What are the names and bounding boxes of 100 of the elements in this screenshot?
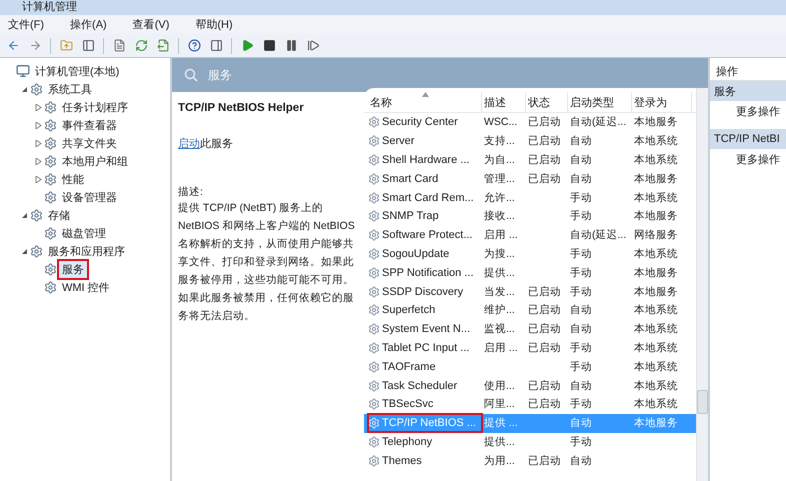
table-cell: Themes bbox=[382, 454, 422, 467]
service-row[interactable]: Themes 为用... 已启动 自动 bbox=[364, 451, 696, 470]
tree-item[interactable]: WMI 控件 bbox=[59, 278, 113, 296]
tree-item[interactable]: 系统工具 bbox=[45, 80, 95, 98]
table-cell-text: 提供... bbox=[483, 266, 516, 280]
gear-icon bbox=[368, 436, 380, 448]
tree-item[interactable]: 任务计划程序 bbox=[59, 98, 131, 116]
tree-item[interactable]: 存储 bbox=[45, 206, 73, 224]
table-cell-text: 手动 bbox=[569, 434, 593, 449]
table-cell: System Event N... bbox=[382, 323, 470, 336]
action-section-header[interactable]: TCP/IP NetBI bbox=[710, 129, 786, 149]
table-cell-text: 手动 bbox=[569, 397, 593, 412]
collapse-arrow-icon[interactable] bbox=[20, 212, 28, 218]
tree-item[interactable]: 磁盘管理 bbox=[59, 224, 109, 242]
service-row[interactable]: Security Center WSC... 已启动 自动(延迟... 本地服务 bbox=[364, 113, 696, 132]
refresh-icon bbox=[134, 39, 148, 52]
column-header[interactable]: 描述 bbox=[482, 92, 526, 112]
gear-icon bbox=[368, 304, 380, 316]
expand-arrow-icon[interactable] bbox=[34, 176, 42, 182]
table-cell: TCP/IP NetBIOS ... bbox=[382, 417, 476, 430]
table-cell: SPP Notification ... bbox=[382, 266, 474, 279]
tree-item[interactable]: 本地用户和组 bbox=[59, 152, 131, 170]
service-row[interactable]: SPP Notification ... 提供... 手动 本地服务 bbox=[364, 263, 696, 282]
tree-item[interactable]: 服务和应用程序 bbox=[45, 242, 128, 260]
tree-item[interactable]: 共享文件夹 bbox=[59, 134, 120, 152]
tree-item[interactable]: 计算机管理(本地) bbox=[32, 62, 122, 80]
table-cell-text: 已启动 bbox=[527, 115, 562, 130]
service-row[interactable]: Task Scheduler 使用... 已启动 自动 本地系统 bbox=[364, 376, 696, 395]
description-text: 提供 TCP/IP (NetBT) 服务上的 NetBIOS 和网络上客户端的 NetBIOS 名称解析的支持，从而使用户能够共享文件、打印和登录到网络。如果此服务被停用，这些功能可能不可用。如果此服务被禁用，任何依赖它的服务将无法启动。 bbox=[178, 201, 356, 324]
help-icon bbox=[188, 39, 200, 52]
gear-icon bbox=[368, 417, 380, 430]
collapse-arrow-icon[interactable] bbox=[20, 248, 28, 254]
service-row[interactable]: SogouUpdate 为搜... 手动 本地系统 bbox=[364, 244, 696, 264]
service-row[interactable]: TAOFrame 手动 本地系统 bbox=[364, 357, 696, 376]
table-cell-text: 当发... bbox=[483, 284, 516, 299]
table-cell-text: 提供 ... bbox=[483, 416, 519, 430]
menu-item[interactable]: 文件(F) bbox=[4, 17, 52, 32]
table-cell-text: 本地系统 bbox=[633, 360, 679, 374]
menu-item[interactable]: 操作(A) bbox=[66, 17, 115, 32]
table-cell: TBSecSvc bbox=[382, 398, 434, 410]
table-cell-text: 自动 bbox=[569, 152, 593, 167]
scrollbar[interactable] bbox=[696, 88, 708, 481]
table-cell-text: 阿里... bbox=[483, 397, 516, 412]
action-link[interactable]: 更多操作 bbox=[710, 101, 786, 121]
menu-item[interactable]: 查看(V) bbox=[128, 17, 178, 32]
expand-arrow-icon[interactable] bbox=[34, 140, 42, 146]
tree-item[interactable]: 事件查看器 bbox=[59, 116, 120, 134]
gear-icon bbox=[44, 190, 57, 204]
expand-arrow-icon[interactable] bbox=[34, 104, 42, 110]
computer-icon bbox=[16, 64, 30, 78]
action-section-header[interactable]: 服务 bbox=[710, 81, 786, 101]
table-cell-text: 自动 bbox=[569, 303, 593, 318]
service-row[interactable]: Superfetch 维护... 已启动 自动 本地系统 bbox=[364, 300, 696, 320]
service-row[interactable]: Tablet PC Input ... 启用 ... 已启动 手动 本地系统 bbox=[364, 338, 696, 358]
table-cell: Telephony bbox=[382, 436, 432, 448]
table-cell-text: 本地服务 bbox=[633, 172, 679, 186]
service-row[interactable]: Smart Card Rem... 允许... 手动 本地系统 bbox=[364, 188, 696, 207]
collapse-arrow-icon[interactable] bbox=[20, 86, 28, 92]
menu-item[interactable]: 帮助(H) bbox=[191, 17, 241, 32]
service-row[interactable]: Shell Hardware ... 为自... 已启动 自动 本地系统 bbox=[364, 150, 696, 170]
service-row[interactable]: System Event N... 监视... 已启动 自动 本地系统 bbox=[364, 320, 696, 339]
table-cell-text: WSC... bbox=[483, 116, 518, 128]
action-link[interactable]: 更多操作 bbox=[710, 149, 786, 169]
back-icon bbox=[6, 39, 20, 52]
gear-icon bbox=[44, 136, 57, 150]
service-row[interactable]: SNMP Trap 接收... 手动 本地服务 bbox=[364, 206, 696, 226]
table-cell-text: 已启动 bbox=[527, 397, 562, 412]
table-cell-text: 启用 ... bbox=[483, 228, 519, 242]
table-cell: SSDP Discovery bbox=[382, 286, 464, 298]
table-cell-text: 自动(延迟... bbox=[569, 228, 628, 242]
table-cell-text: 本地系统 bbox=[633, 152, 679, 167]
table-cell-text: 启用 ... bbox=[483, 340, 519, 355]
column-header[interactable]: 启动类型 bbox=[568, 92, 632, 112]
column-header[interactable]: 状态 bbox=[526, 92, 568, 112]
service-row[interactable]: Telephony 提供... 手动 bbox=[364, 432, 696, 452]
gear-icon bbox=[368, 380, 380, 392]
expand-arrow-icon[interactable] bbox=[34, 122, 42, 128]
table-cell-text: 接收... bbox=[483, 209, 516, 224]
column-header[interactable]: 登录为 bbox=[632, 92, 692, 112]
tree-item[interactable]: 设备管理器 bbox=[59, 188, 120, 206]
table-cell-text: 网络服务 bbox=[633, 228, 679, 242]
table-cell: SogouUpdate bbox=[382, 248, 450, 260]
table-cell-text: 监视... bbox=[483, 322, 516, 336]
service-row[interactable]: Server 支持... 已启动 自动 本地系统 bbox=[364, 132, 696, 151]
service-row[interactable]: SSDP Discovery 当发... 已启动 手动 本地服务 bbox=[364, 282, 696, 301]
gear-icon bbox=[368, 248, 380, 260]
table-cell-text: 手动 bbox=[569, 266, 593, 280]
tree-item[interactable]: 服务 bbox=[59, 260, 87, 278]
expand-arrow-icon[interactable] bbox=[34, 158, 42, 164]
service-row[interactable]: Smart Card 管理... 已启动 自动 本地服务 bbox=[364, 169, 696, 188]
start-link[interactable]: 启动 bbox=[178, 138, 200, 150]
tree-item[interactable]: 性能 bbox=[59, 170, 87, 188]
table-cell: Smart Card Rem... bbox=[382, 192, 474, 204]
service-row[interactable]: Software Protect... 启用 ... 自动(延迟... 网络服务 bbox=[364, 226, 696, 245]
table-cell: Server bbox=[382, 135, 414, 148]
table-cell-text: 自动 bbox=[569, 172, 593, 186]
column-header[interactable]: 名称 bbox=[368, 92, 482, 112]
table-cell: Shell Hardware ... bbox=[382, 154, 470, 166]
export-icon bbox=[156, 39, 170, 52]
service-row[interactable]: TBSecSvc 阿里... 已启动 手动 本地系统 bbox=[364, 394, 696, 414]
